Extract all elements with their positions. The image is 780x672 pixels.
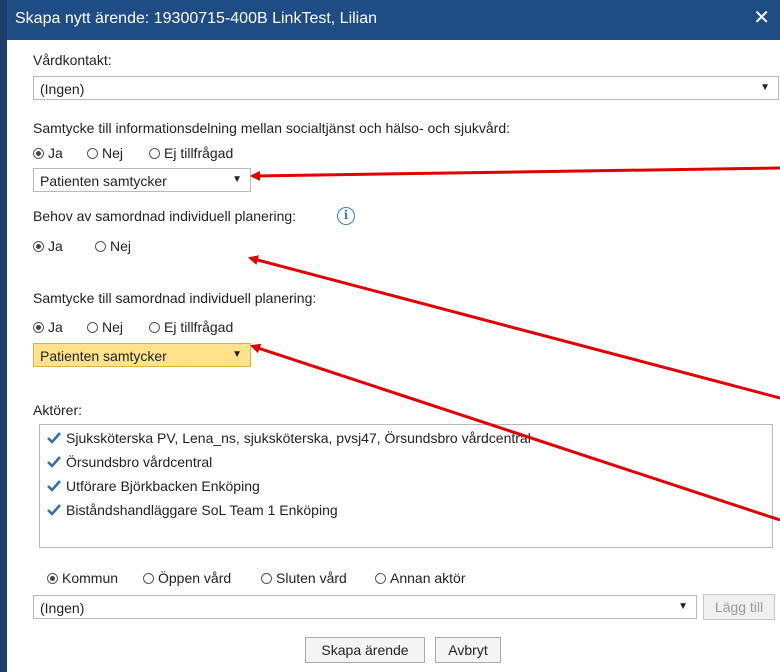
aktorer-list: Sjuksköterska PV, Lena_ns, sjuksköterska… [39, 424, 773, 548]
checkmark-icon[interactable] [46, 479, 62, 493]
aktor-kommun-radio[interactable]: Kommun [47, 570, 118, 586]
checkmark-icon[interactable] [46, 431, 62, 445]
radio-label: Ej tillfrågad [164, 145, 234, 161]
samtycke-info-nej-radio[interactable]: Nej [87, 145, 123, 161]
samtycke-info-label: Samtycke till informationsdelning mellan… [33, 120, 510, 136]
radio-label: Ej tillfrågad [164, 319, 234, 335]
chevron-down-icon: ▼ [232, 349, 242, 360]
vardkontakt-select[interactable]: (Ingen) ▼ [33, 76, 779, 100]
behov-sip-ja-radio[interactable]: Ja [33, 238, 63, 254]
radio-icon [261, 572, 272, 584]
chevron-down-icon: ▼ [760, 82, 770, 93]
aktorer-label: Aktörer: [33, 402, 83, 418]
dialog-title: Skapa nytt ärende: 19300715-400B LinkTes… [15, 10, 378, 27]
close-icon[interactable]: ✕ [753, 8, 770, 28]
aktor-select[interactable]: (Ingen) ▼ [33, 595, 697, 619]
radio-selected-icon [33, 321, 44, 333]
aktor-oppen-vard-radio[interactable]: Öppen vård [143, 570, 231, 586]
aktor-select-value: (Ingen) [40, 600, 85, 616]
radio-icon [143, 572, 154, 584]
radio-label: Ja [48, 319, 63, 335]
radio-label: Nej [110, 238, 132, 254]
actor-label: Örsundsbro vårdcentral [66, 454, 213, 470]
aktor-sluten-vard-radio[interactable]: Sluten vård [261, 570, 347, 586]
list-item[interactable]: Utförare Björkbacken Enköping [46, 478, 260, 494]
samtycke-info-value: Patienten samtycker [40, 173, 167, 189]
checkmark-icon[interactable] [46, 503, 62, 517]
vardkontakt-label: Vårdkontakt: [33, 52, 112, 68]
radio-icon [149, 147, 160, 159]
list-item[interactable]: Sjuksköterska PV, Lena_ns, sjuksköterska… [46, 430, 531, 446]
radio-label: Kommun [62, 570, 119, 586]
create-case-button[interactable]: Skapa ärende [305, 637, 425, 663]
list-item[interactable]: Biståndshandläggare SoL Team 1 Enköping [46, 502, 338, 518]
radio-icon [87, 147, 98, 159]
radio-selected-icon [33, 147, 44, 159]
radio-icon [149, 321, 160, 333]
actor-label: Utförare Björkbacken Enköping [66, 478, 260, 494]
radio-icon [95, 240, 106, 252]
cancel-button[interactable]: Avbryt [435, 637, 501, 663]
radio-label: Öppen vård [158, 570, 232, 586]
radio-label: Ja [48, 145, 63, 161]
radio-selected-icon [33, 240, 44, 252]
samtycke-info-select[interactable]: Patienten samtycker ▼ [33, 168, 251, 192]
radio-label: Nej [102, 145, 124, 161]
samtycke-info-ja-radio[interactable]: Ja [33, 145, 63, 161]
samtycke-sip-select[interactable]: Patienten samtycker ▼ [33, 343, 251, 367]
vardkontakt-value: (Ingen) [40, 81, 85, 97]
behov-sip-nej-radio[interactable]: Nej [95, 238, 131, 254]
info-icon[interactable]: i [337, 207, 355, 225]
samtycke-sip-label: Samtycke till samordnad individuell plan… [33, 290, 317, 306]
actor-label: Sjuksköterska PV, Lena_ns, sjuksköterska… [66, 430, 531, 446]
behov-sip-label: Behov av samordnad individuell planering… [33, 208, 297, 224]
radio-label: Nej [102, 319, 124, 335]
radio-icon [87, 321, 98, 333]
samtycke-sip-nej-radio[interactable]: Nej [87, 319, 123, 335]
checkmark-icon[interactable] [46, 455, 62, 469]
samtycke-info-ej-tillfragad-radio[interactable]: Ej tillfrågad [149, 145, 233, 161]
radio-icon [375, 572, 386, 584]
samtycke-sip-ej-tillfragad-radio[interactable]: Ej tillfrågad [149, 319, 233, 335]
create-case-dialog: Skapa nytt ärende: 19300715-400B LinkTes… [0, 0, 780, 672]
list-item[interactable]: Örsundsbro vårdcentral [46, 454, 212, 470]
chevron-down-icon: ▼ [678, 601, 688, 612]
chevron-down-icon: ▼ [232, 174, 242, 185]
actor-label: Biståndshandläggare SoL Team 1 Enköping [66, 502, 338, 518]
radio-selected-icon [47, 572, 58, 584]
radio-label: Annan aktör [390, 570, 466, 586]
title-bar: Skapa nytt ärende: 19300715-400B LinkTes… [7, 0, 780, 40]
samtycke-sip-ja-radio[interactable]: Ja [33, 319, 63, 335]
radio-label: Sluten vård [276, 570, 347, 586]
samtycke-sip-value: Patienten samtycker [40, 348, 167, 364]
add-actor-button[interactable]: Lägg till [703, 594, 775, 620]
aktor-annan-radio[interactable]: Annan aktör [375, 570, 466, 586]
radio-label: Ja [48, 238, 63, 254]
